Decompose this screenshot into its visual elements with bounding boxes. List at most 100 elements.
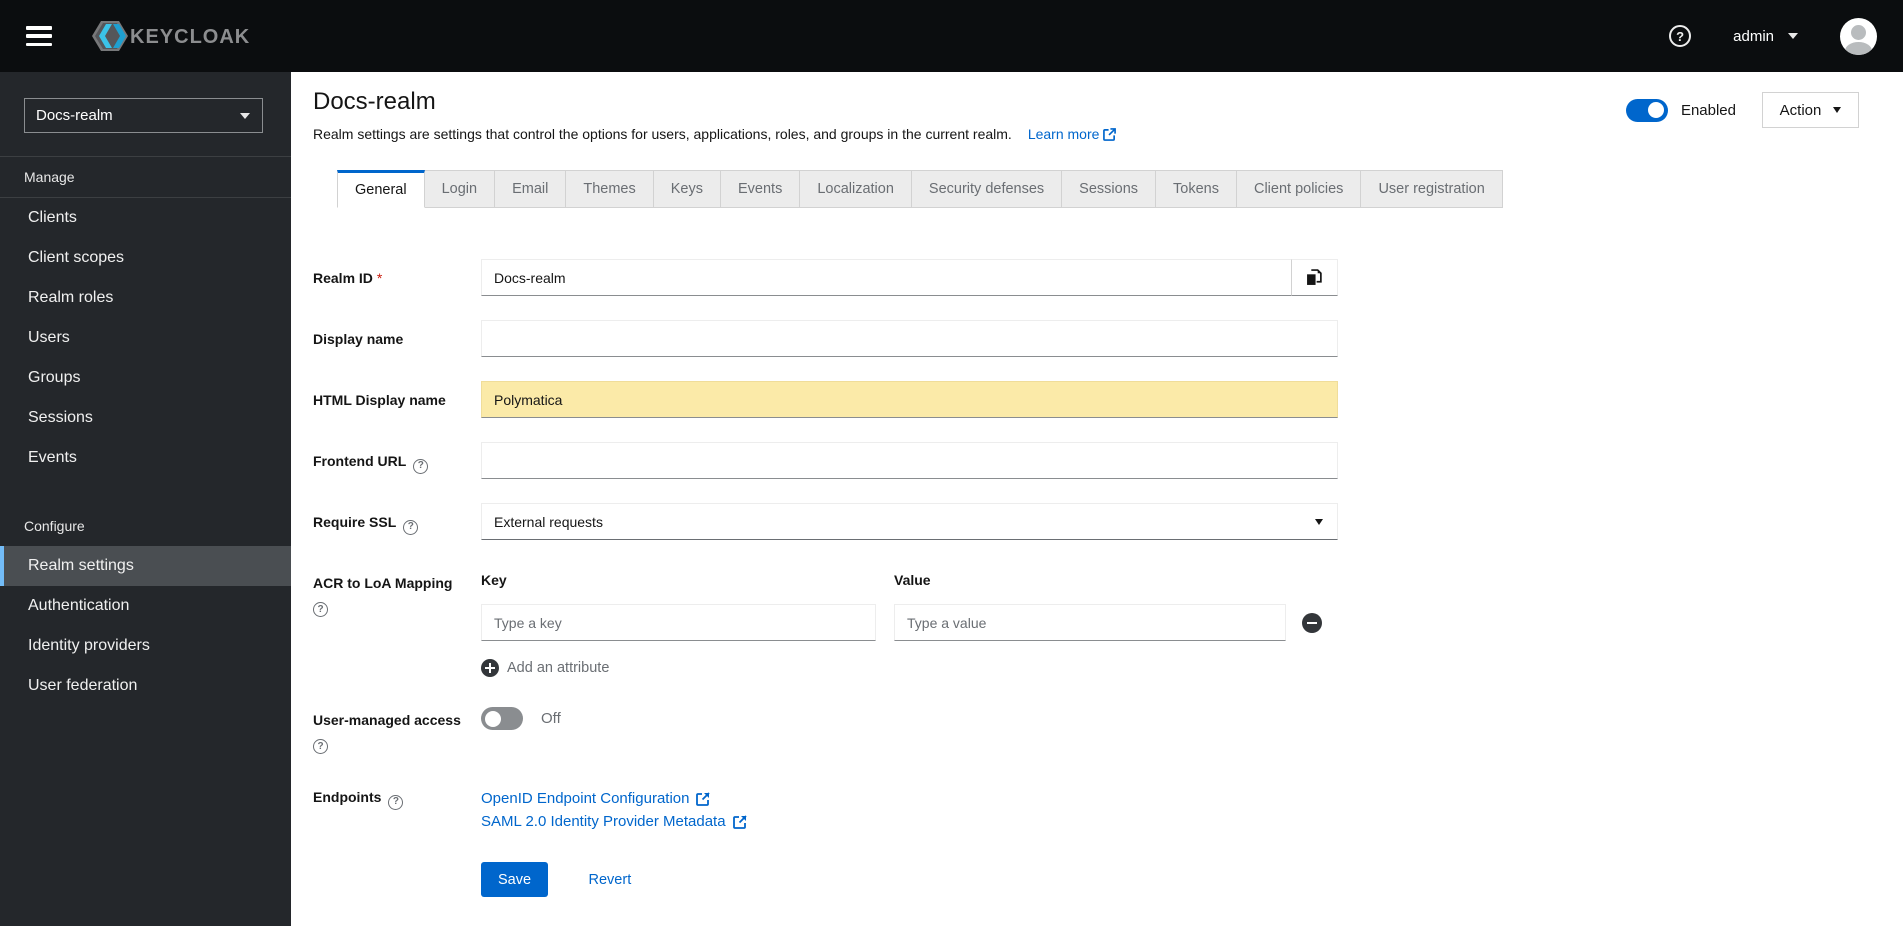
- realm-id-label: Realm ID *: [313, 270, 383, 286]
- tab-localization[interactable]: Localization: [800, 170, 912, 208]
- frontend-url-input[interactable]: [481, 442, 1338, 479]
- key-value-inputs: [481, 604, 1338, 641]
- saml-metadata-link[interactable]: SAML 2.0 Identity Provider Metadata: [481, 813, 1338, 830]
- acr-loa-mapping-row: ACR to LoA Mapping ? Key Value Type a ke…: [313, 564, 1903, 677]
- realm-id-input[interactable]: [481, 259, 1291, 296]
- require-ssl-label: Require SSL?: [313, 503, 481, 535]
- header-controls: Enabled Action: [1625, 92, 1859, 128]
- general-settings-form: Realm ID * Docs-realm Display name HTML …: [313, 259, 1903, 897]
- page-header: Docs-realm Realm settings are settings t…: [291, 72, 1903, 142]
- enabled-label: Enabled: [1680, 101, 1736, 119]
- tab-client-policies[interactable]: Client policies: [1236, 170, 1362, 208]
- page-description: Realm settings are settings that control…: [313, 126, 1859, 142]
- realm-enabled-toggle[interactable]: [1625, 98, 1668, 122]
- acr-key-input[interactable]: [481, 604, 876, 641]
- avatar-person-icon: [1851, 24, 1866, 40]
- html-display-name-row: HTML Display name: [313, 381, 1903, 418]
- copy-icon: [1307, 269, 1322, 285]
- plus-circle-icon: [481, 659, 499, 677]
- help-icon[interactable]: ?: [313, 739, 328, 754]
- help-icon[interactable]: ?: [1669, 25, 1692, 47]
- display-name-input[interactable]: [481, 320, 1338, 357]
- hamburger-menu-icon[interactable]: [26, 26, 52, 46]
- help-icon[interactable]: ?: [403, 519, 419, 535]
- tab-general[interactable]: General: [337, 170, 425, 208]
- tab-keys[interactable]: Keys: [653, 170, 721, 208]
- revert-link[interactable]: Revert: [589, 872, 632, 888]
- chevron-down-icon: [1833, 107, 1842, 113]
- sidebar-item-events[interactable]: Events: [0, 438, 291, 478]
- acr-value-input[interactable]: [894, 604, 1286, 641]
- add-attribute-button[interactable]: Add an attribute: [481, 659, 609, 677]
- sidebar-item-identity-providers[interactable]: Identity providers: [0, 626, 291, 666]
- require-ssl-row: Require SSL? External requests: [313, 503, 1903, 540]
- help-icon[interactable]: ?: [313, 602, 328, 617]
- nav-group-configure: Configure: [24, 518, 85, 534]
- sidebar-item-sessions[interactable]: Sessions: [0, 398, 291, 438]
- sidebar-item-users[interactable]: Users: [0, 318, 291, 358]
- masthead: KEYCLOAK ? admin: [0, 0, 1903, 72]
- acr-loa-mapping-label: ACR to LoA Mapping ?: [313, 564, 481, 617]
- sidebar-item-client-scopes[interactable]: Client scopes: [0, 238, 291, 278]
- nav-group-manage: Manage: [24, 169, 75, 185]
- sidebar-item-realm-roles[interactable]: Realm roles: [0, 278, 291, 318]
- keycloak-logo-icon: KEYCLOAK: [92, 21, 250, 51]
- endpoints-row: Endpoints? OpenID Endpoint Configuration…: [313, 778, 1903, 830]
- sidebar: Docs-realm Manage Clients Client scopes …: [0, 72, 291, 926]
- chevron-down-icon: [1788, 33, 1798, 39]
- tab-login[interactable]: Login: [424, 170, 496, 208]
- user-managed-access-toggle[interactable]: [481, 707, 523, 730]
- tab-themes[interactable]: Themes: [566, 170, 654, 208]
- copy-button[interactable]: [1291, 259, 1338, 296]
- tab-security-defenses[interactable]: Security defenses: [911, 170, 1063, 208]
- key-header: Key: [481, 572, 507, 588]
- remove-attribute-button[interactable]: [1302, 612, 1322, 633]
- svg-text:KEYCLOAK: KEYCLOAK: [130, 26, 250, 48]
- html-display-name-input[interactable]: [481, 381, 1338, 418]
- save-button[interactable]: Save: [481, 862, 549, 897]
- chevron-down-icon: [240, 112, 250, 119]
- openid-endpoint-link[interactable]: OpenID Endpoint Configuration: [481, 790, 1338, 807]
- sidebar-item-clients[interactable]: Clients: [0, 198, 291, 238]
- external-link-icon: [696, 791, 711, 806]
- user-managed-access-label: User-managed access ?: [313, 701, 481, 754]
- action-dropdown[interactable]: Action: [1762, 92, 1859, 128]
- learn-more-link[interactable]: Learn more: [1028, 126, 1117, 142]
- tab-sessions[interactable]: Sessions: [1062, 170, 1157, 208]
- endpoints-label: Endpoints?: [313, 778, 481, 810]
- sidebar-item-user-federation[interactable]: User federation: [0, 666, 291, 706]
- masthead-right: ? admin: [1669, 17, 1877, 55]
- sidebar-item-realm-settings[interactable]: Realm settings: [0, 546, 291, 586]
- form-actions: Save Revert: [313, 862, 1903, 897]
- help-icon[interactable]: ?: [413, 458, 429, 474]
- external-link-icon: [732, 814, 747, 829]
- toggle-state-label: Off: [541, 710, 561, 727]
- external-link-icon: [1103, 128, 1117, 141]
- required-marker: *: [376, 270, 383, 286]
- html-display-name-label: HTML Display name: [313, 392, 446, 408]
- tab-tokens[interactable]: Tokens: [1156, 170, 1237, 208]
- value-header: Value: [894, 572, 931, 588]
- realm-selector-label: Docs-realm: [36, 107, 113, 124]
- tab-email[interactable]: Email: [495, 170, 567, 208]
- frontend-url-row: Frontend URL?: [313, 442, 1903, 479]
- avatar[interactable]: [1840, 17, 1877, 55]
- user-menu-dropdown[interactable]: admin: [1733, 28, 1798, 45]
- user-managed-access-row: User-managed access ? Off: [313, 701, 1903, 754]
- tab-events[interactable]: Events: [720, 170, 801, 208]
- tab-user-registration[interactable]: User registration: [1361, 170, 1503, 208]
- realm-selector-dropdown[interactable]: Docs-realm: [24, 98, 263, 133]
- display-name-label: Display name: [313, 331, 404, 347]
- frontend-url-label: Frontend URL?: [313, 442, 481, 474]
- help-icon[interactable]: ?: [388, 794, 404, 810]
- chevron-down-icon: [1315, 518, 1323, 525]
- key-value-headers: Key Value: [481, 564, 1338, 588]
- main-content: Docs-realm Realm settings are settings t…: [291, 72, 1903, 926]
- sidebar-item-authentication[interactable]: Authentication: [0, 586, 291, 626]
- keycloak-logo: KEYCLOAK: [82, 18, 262, 54]
- realm-id-row: Realm ID *: [313, 259, 1903, 296]
- display-name-row: Display name: [313, 320, 1903, 357]
- require-ssl-select[interactable]: External requests: [481, 503, 1338, 540]
- username: admin: [1733, 27, 1774, 45]
- sidebar-item-groups[interactable]: Groups: [0, 358, 291, 398]
